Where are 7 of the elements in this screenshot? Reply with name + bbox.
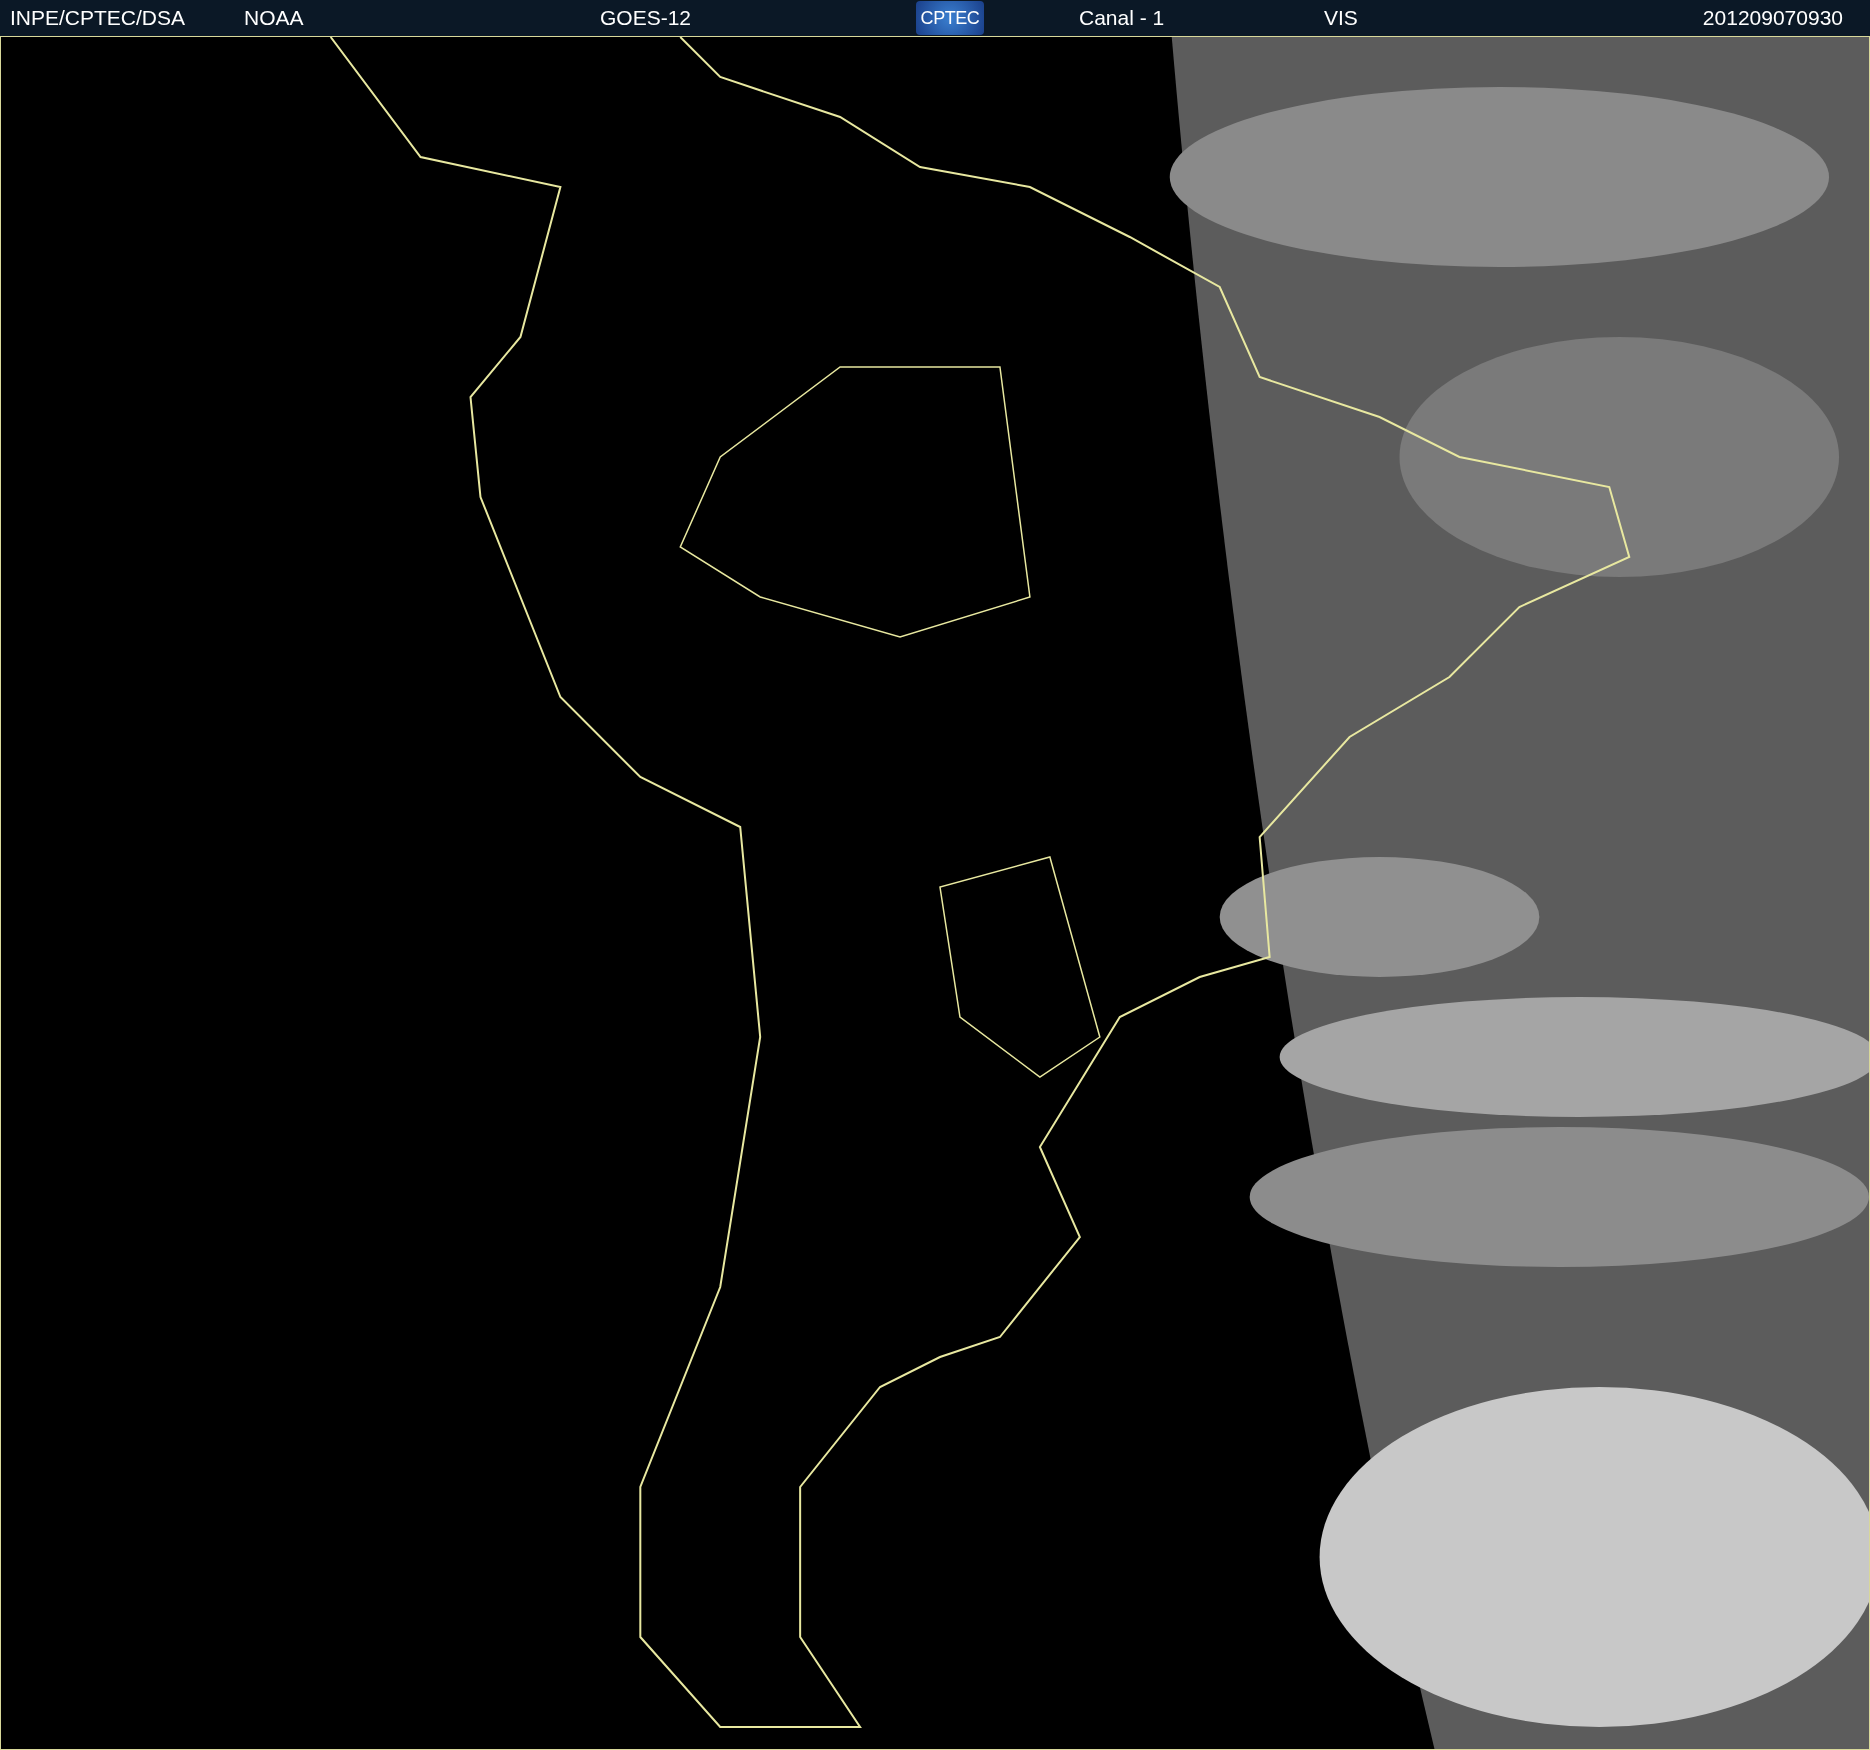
agency-label: NOAA <box>244 6 304 30</box>
timestamp-label: 201209070930 <box>1702 6 1843 30</box>
logo: CPTEC <box>916 1 984 35</box>
band-label: VIS <box>1324 6 1358 30</box>
satellite-label: GOES-12 <box>600 6 692 30</box>
channel-label: Canal - 1 <box>1079 6 1165 30</box>
institution-label: INPE/CPTEC/DSA <box>10 6 186 30</box>
